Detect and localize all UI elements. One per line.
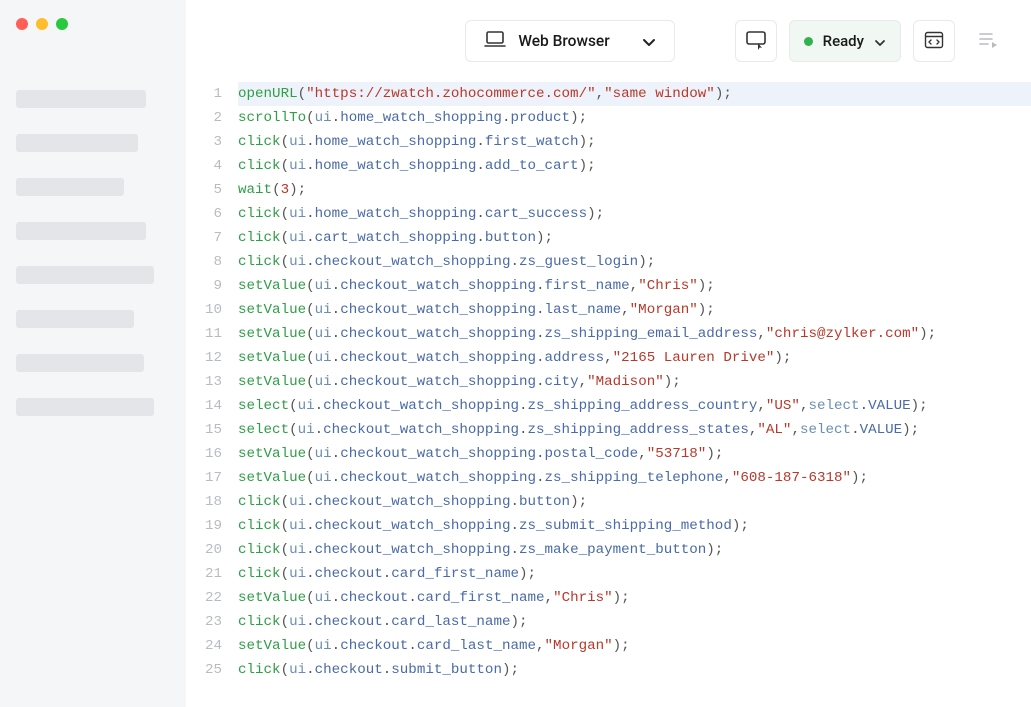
close-window-button[interactable]	[16, 18, 28, 30]
sidebar-item[interactable]	[16, 398, 154, 416]
code-line[interactable]: setValue(ui.checkout_watch_shopping.post…	[238, 442, 1031, 466]
code-line[interactable]: setValue(ui.checkout_watch_shopping.addr…	[238, 346, 1031, 370]
code-line[interactable]: select(ui.checkout_watch_shopping.zs_shi…	[238, 418, 1031, 442]
code-line[interactable]: click(ui.checkout_watch_shopping.zs_subm…	[238, 514, 1031, 538]
code-line[interactable]: click(ui.home_watch_shopping.add_to_cart…	[238, 154, 1031, 178]
list-play-icon	[978, 31, 998, 52]
code-line[interactable]: select(ui.checkout_watch_shopping.zs_shi…	[238, 394, 1031, 418]
maximize-window-button[interactable]	[56, 18, 68, 30]
line-number: 4	[186, 154, 222, 178]
line-number: 8	[186, 250, 222, 274]
sidebar-item[interactable]	[16, 354, 144, 372]
code-line[interactable]: setValue(ui.checkout_watch_shopping.last…	[238, 298, 1031, 322]
sidebar-item[interactable]	[16, 266, 154, 284]
code-line[interactable]: click(ui.checkout_watch_shopping.zs_make…	[238, 538, 1031, 562]
line-number: 21	[186, 562, 222, 586]
code-line[interactable]: wait(3);	[238, 178, 1031, 202]
laptop-icon	[484, 31, 506, 51]
sidebar-item[interactable]	[16, 178, 124, 196]
step-list-button[interactable]	[967, 20, 1009, 62]
line-number: 23	[186, 610, 222, 634]
line-number: 13	[186, 370, 222, 394]
code-line[interactable]: setValue(ui.checkout.card_first_name,"Ch…	[238, 586, 1031, 610]
code-content[interactable]: openURL("https://zwatch.zohocommerce.com…	[232, 82, 1031, 707]
line-number: 15	[186, 418, 222, 442]
code-line[interactable]: openURL("https://zwatch.zohocommerce.com…	[238, 82, 1031, 106]
status-dot-icon	[804, 37, 813, 46]
code-view-button[interactable]	[913, 20, 955, 62]
sidebar	[0, 0, 186, 707]
line-number: 5	[186, 178, 222, 202]
code-icon	[924, 31, 944, 52]
line-number: 2	[186, 106, 222, 130]
sidebar-items	[16, 90, 170, 416]
code-line[interactable]: click(ui.cart_watch_shopping.button);	[238, 226, 1031, 250]
target-label: Web Browser	[518, 32, 609, 50]
line-number: 17	[186, 466, 222, 490]
code-line[interactable]: click(ui.checkout.submit_button);	[238, 658, 1031, 682]
code-line[interactable]: setValue(ui.checkout.card_last_name,"Mor…	[238, 634, 1031, 658]
code-line[interactable]: click(ui.checkout_watch_shopping.button)…	[238, 490, 1031, 514]
line-number: 9	[186, 274, 222, 298]
topbar: Web Browser Ready	[186, 0, 1031, 82]
line-number: 24	[186, 634, 222, 658]
status-label: Ready	[823, 32, 864, 50]
code-line[interactable]: click(ui.checkout.card_first_name);	[238, 562, 1031, 586]
main-panel: Web Browser Ready	[186, 0, 1031, 707]
code-line[interactable]: click(ui.checkout_watch_shopping.zs_gues…	[238, 250, 1031, 274]
code-line[interactable]: setValue(ui.checkout_watch_shopping.firs…	[238, 274, 1031, 298]
status-dropdown[interactable]: Ready	[789, 20, 901, 62]
code-line[interactable]: click(ui.home_watch_shopping.cart_succes…	[238, 202, 1031, 226]
sidebar-item[interactable]	[16, 310, 134, 328]
line-number: 14	[186, 394, 222, 418]
code-line[interactable]: setValue(ui.checkout_watch_shopping.zs_s…	[238, 466, 1031, 490]
line-number: 12	[186, 346, 222, 370]
line-number: 19	[186, 514, 222, 538]
display-button[interactable]	[735, 20, 777, 62]
line-number: 3	[186, 130, 222, 154]
code-line[interactable]: click(ui.home_watch_shopping.first_watch…	[238, 130, 1031, 154]
monitor-cursor-icon	[745, 30, 767, 53]
line-number: 25	[186, 658, 222, 682]
line-gutter: 1234567891011121314151617181920212223242…	[186, 82, 232, 707]
code-line[interactable]: click(ui.checkout.card_last_name);	[238, 610, 1031, 634]
sidebar-item[interactable]	[16, 134, 138, 152]
minimize-window-button[interactable]	[36, 18, 48, 30]
code-line[interactable]: setValue(ui.checkout_watch_shopping.zs_s…	[238, 322, 1031, 346]
line-number: 6	[186, 202, 222, 226]
sidebar-item[interactable]	[16, 222, 146, 240]
line-number: 20	[186, 538, 222, 562]
sidebar-item[interactable]	[16, 90, 146, 108]
code-editor[interactable]: 1234567891011121314151617181920212223242…	[186, 82, 1031, 707]
code-line[interactable]: setValue(ui.checkout_watch_shopping.city…	[238, 370, 1031, 394]
code-line[interactable]: scrollTo(ui.home_watch_shopping.product)…	[238, 106, 1031, 130]
line-number: 18	[186, 490, 222, 514]
target-selector[interactable]: Web Browser	[465, 20, 675, 62]
line-number: 11	[186, 322, 222, 346]
chevron-down-icon	[874, 32, 886, 51]
line-number: 1	[186, 82, 222, 106]
line-number: 16	[186, 442, 222, 466]
line-number: 10	[186, 298, 222, 322]
chevron-down-icon	[642, 32, 656, 51]
line-number: 22	[186, 586, 222, 610]
window-controls	[16, 18, 170, 30]
line-number: 7	[186, 226, 222, 250]
